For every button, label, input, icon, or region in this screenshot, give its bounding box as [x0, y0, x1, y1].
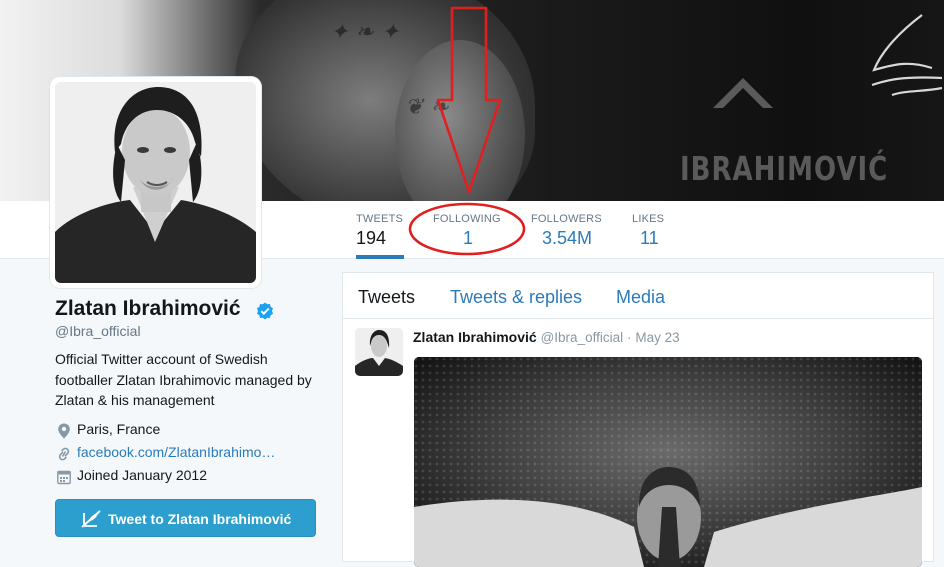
- tab-divider: [343, 318, 933, 319]
- profile-handle[interactable]: @Ibra_official: [55, 323, 141, 339]
- profile-avatar-image: [55, 82, 256, 283]
- tweet-author-name[interactable]: Zlatan Ibrahimović: [413, 329, 537, 345]
- stat-tweets-label: TWEETS: [356, 213, 404, 225]
- tweet-header: Zlatan Ibrahimović @Ibra_official · May …: [413, 329, 680, 345]
- stat-following-value: 1: [463, 228, 474, 248]
- stat-tweets-value: 194: [356, 228, 387, 248]
- profile-location-text: Paris, France: [77, 421, 161, 437]
- map-pin-icon: [58, 423, 70, 439]
- banner-signature: [871, 14, 943, 97]
- stat-likes-value: 11: [640, 228, 659, 248]
- stat-followers-value: 3.54M: [542, 228, 593, 248]
- banner-chevron-logo: [713, 78, 773, 108]
- calendar-icon: [57, 470, 71, 485]
- profile-name[interactable]: Zlatan Ibrahimović: [55, 297, 241, 321]
- stat-following-label: FOLLOWING: [433, 213, 501, 225]
- stat-following[interactable]: FOLLOWING 1: [433, 201, 503, 258]
- link-icon: [58, 447, 70, 461]
- profile-avatar[interactable]: [50, 77, 261, 288]
- tweet-to-button[interactable]: Tweet to Zlatan Ibrahimović: [55, 499, 316, 537]
- banner-tattoo-pattern: ✦ ❧ ✦: [330, 20, 400, 45]
- compose-quill-icon: [81, 510, 101, 528]
- banner-jersey-text: IBRAHIMOVIĆ: [680, 151, 889, 189]
- profile-website-link[interactable]: facebook.com/ZlatanIbrahimo…: [77, 444, 275, 460]
- profile-bio: Official Twitter account of Swedish foot…: [55, 351, 312, 408]
- tweet-media-image[interactable]: [414, 357, 922, 567]
- tab-tweets-and-replies[interactable]: Tweets & replies: [450, 287, 582, 308]
- timeline-panel: Tweets Tweets & replies Media Zlatan Ibr…: [342, 272, 934, 567]
- stat-tweets[interactable]: TWEETS 194: [356, 201, 404, 259]
- profile-joined-text: Joined January 2012: [77, 467, 207, 483]
- stat-followers-label: FOLLOWERS: [531, 213, 602, 225]
- stat-likes-label: LIKES: [632, 213, 665, 225]
- tweet-separator: ·: [626, 330, 632, 345]
- tab-tweets[interactable]: Tweets: [358, 287, 415, 308]
- tweet-author-handle[interactable]: @Ibra_official: [541, 330, 624, 345]
- banner-tattoo-pattern: ❦ ❧: [405, 95, 449, 120]
- tweet-to-button-label: Tweet to Zlatan Ibrahimović: [108, 511, 292, 527]
- stat-likes[interactable]: LIKES 11: [632, 201, 668, 258]
- tab-media[interactable]: Media: [616, 287, 665, 308]
- tweet-date[interactable]: May 23: [635, 330, 679, 345]
- stat-followers[interactable]: FOLLOWERS 3.54M: [531, 201, 605, 258]
- tweet-avatar[interactable]: [355, 328, 403, 376]
- verified-badge-icon[interactable]: [256, 302, 274, 320]
